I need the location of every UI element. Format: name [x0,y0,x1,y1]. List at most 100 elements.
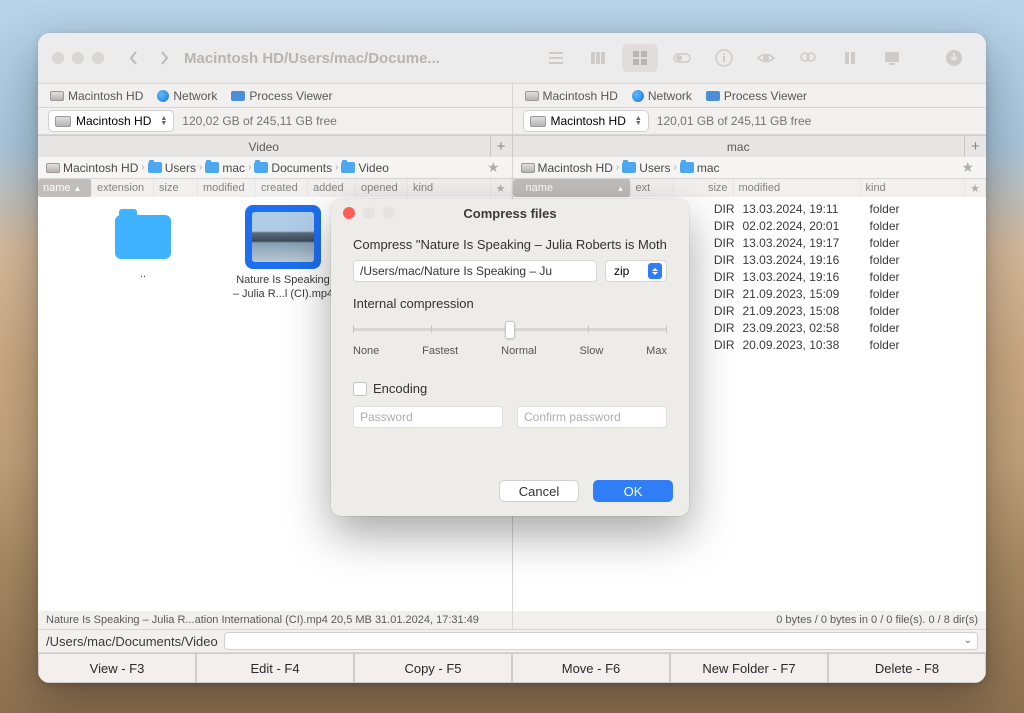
col-opened[interactable]: opened [356,179,408,197]
fav-process-viewer[interactable]: Process Viewer [706,89,807,103]
columns-left: name▲ extension size modified created ad… [38,179,513,197]
col-size[interactable]: size [154,179,198,197]
view-columns-icon[interactable] [580,44,616,72]
delete-button[interactable]: Delete - F8 [828,653,986,683]
crumb-users[interactable]: Users [148,161,196,175]
encoding-checkbox[interactable] [353,382,367,396]
hd-icon [46,163,60,173]
copy-button[interactable]: Copy - F5 [354,653,512,683]
fav-network[interactable]: Network [632,89,692,103]
download-icon[interactable] [936,44,972,72]
slider-thumb[interactable] [505,321,515,339]
tab-mac[interactable]: mac [513,135,965,157]
preview-icon[interactable] [748,44,784,72]
fav-macintosh-hd[interactable]: Macintosh HD [50,89,143,103]
internal-compression-label: Internal compression [353,296,667,311]
col-modified[interactable]: modified [734,179,861,197]
folder-icon [205,162,219,173]
col-star-icon[interactable]: ★ [965,179,986,197]
add-tab-button[interactable]: + [964,135,986,157]
confirm-password-input[interactable]: Confirm password [517,406,667,428]
move-button[interactable]: Move - F6 [512,653,670,683]
favorite-star-icon[interactable]: ★ [483,159,504,176]
view-icons-icon[interactable] [622,44,658,72]
hd-icon [530,116,546,127]
close-window-icon[interactable] [52,52,64,64]
ok-button[interactable]: OK [593,480,673,502]
columns-right: name▲ ext size modified kind ★ [513,179,987,197]
view-list-icon[interactable] [538,44,574,72]
crumb-mac[interactable]: mac [205,161,245,175]
disk-free-label: 120,01 GB of 245,11 GB free [657,114,812,128]
folder-icon [622,162,636,173]
col-kind[interactable]: kind [861,179,966,197]
globe-icon [157,90,169,102]
toggle-icon[interactable] [664,44,700,72]
output-path-input[interactable]: /Users/mac/Nature Is Speaking – Ju [353,260,597,282]
info-icon[interactable] [706,44,742,72]
compression-slider[interactable] [353,319,667,339]
crumb-users[interactable]: Users [622,161,670,175]
window-controls [52,52,104,64]
col-created[interactable]: created [256,179,308,197]
edit-button[interactable]: Edit - F4 [196,653,354,683]
monitor-icon[interactable] [874,44,910,72]
col-kind[interactable]: kind [408,179,491,197]
col-size[interactable]: size [674,179,734,197]
up-folder-item[interactable]: .. [78,215,208,281]
fav-macintosh-hd[interactable]: Macintosh HD [525,89,618,103]
globe-icon [632,90,644,102]
password-input[interactable]: Password [353,406,503,428]
favorites-right: Macintosh HD Network Process Viewer [513,84,987,107]
hd-icon [50,91,64,101]
app-window: Macintosh HD/Users/mac/Docume... Macinto… [38,33,986,683]
col-star-icon[interactable]: ★ [491,179,512,197]
search-icon[interactable] [790,44,826,72]
compress-dialog: Compress files Compress "Nature Is Speak… [331,199,689,516]
crumb-hd[interactable]: Macintosh HD [521,161,613,175]
compress-description: Compress "Nature Is Speaking – Julia Rob… [353,237,667,252]
folder-icon [115,215,171,259]
back-button[interactable] [122,46,146,70]
hd-icon [55,116,71,127]
add-tab-button[interactable]: + [490,135,512,157]
crumb-video[interactable]: Video [341,161,388,175]
slider-label-slow: Slow [579,345,603,357]
slider-label-none: None [353,345,379,357]
breadcrumb-right: Macintosh HD› Users› mac ★ [513,157,987,179]
col-name[interactable]: name▲ [513,179,631,197]
crumb-documents[interactable]: Documents [254,161,332,175]
cancel-button[interactable]: Cancel [499,480,579,502]
file-item[interactable]: Nature Is Speaking– Julia R...l (CI).mp4 [218,205,348,302]
col-ext[interactable]: ext [631,179,674,197]
path-label: /Users/mac/Documents/Video [46,634,218,649]
crumb-hd[interactable]: Macintosh HD [46,161,138,175]
tab-video[interactable]: Video [38,135,490,157]
new-folder-button[interactable]: New Folder - F7 [670,653,828,683]
forward-button[interactable] [152,46,176,70]
titlebar: Macintosh HD/Users/mac/Docume... [38,33,986,84]
breadcrumb-left: Macintosh HD› Users› mac› Documents› Vid… [38,157,513,179]
slider-label-fastest: Fastest [422,345,458,357]
favorite-star-icon[interactable]: ★ [957,159,978,176]
pause-icon[interactable] [832,44,868,72]
volume-dropdown[interactable]: Macintosh HD▲▼ [523,110,649,132]
dialog-title: Compress files [331,206,689,221]
col-extension[interactable]: extension [92,179,154,197]
crumb-mac[interactable]: mac [680,161,720,175]
favorites-left: Macintosh HD Network Process Viewer [38,84,513,107]
col-name[interactable]: name▲ [38,179,92,197]
format-select[interactable]: zip [605,260,667,282]
volume-dropdown[interactable]: Macintosh HD▲▼ [48,110,174,132]
col-modified[interactable]: modified [198,179,256,197]
col-added[interactable]: added [308,179,356,197]
status-right: 0 bytes / 0 bytes in 0 / 0 file(s). 0 / … [513,611,987,629]
zoom-window-icon[interactable] [92,52,104,64]
view-button[interactable]: View - F3 [38,653,196,683]
slider-label-normal: Normal [501,345,536,357]
window-title: Macintosh HD/Users/mac/Docume... [184,50,440,67]
path-dropdown[interactable]: ⌄ [224,632,978,650]
fav-process-viewer[interactable]: Process Viewer [231,89,332,103]
minimize-window-icon[interactable] [72,52,84,64]
fav-network[interactable]: Network [157,89,217,103]
